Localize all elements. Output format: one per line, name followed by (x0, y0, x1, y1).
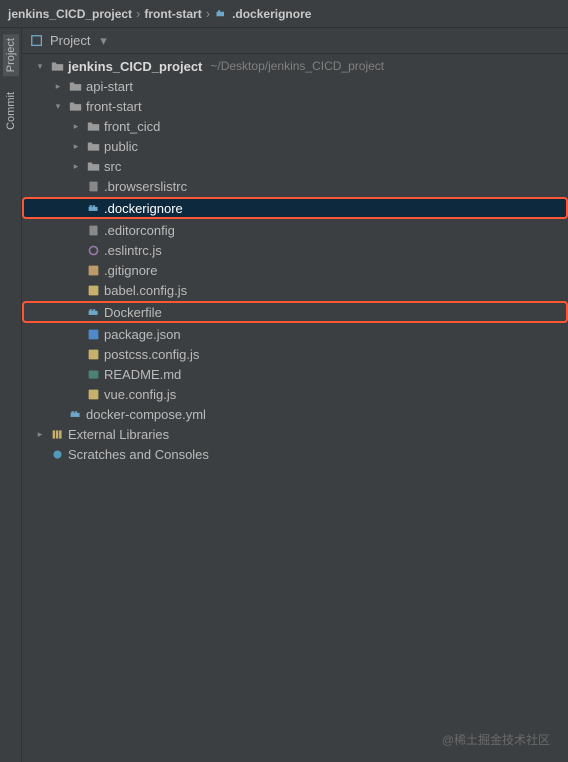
chevron-right-icon[interactable]: ▸ (70, 141, 82, 152)
folder-icon (68, 79, 82, 93)
tree-item[interactable]: ▾ front-start (22, 96, 568, 116)
breadcrumb-item-2[interactable]: .dockerignore (232, 7, 311, 21)
docker-icon (86, 305, 100, 319)
chevron-right-icon[interactable]: ▸ (34, 429, 46, 440)
tree-item-label: src (104, 159, 121, 174)
rail-tab-1-label: Commit (5, 92, 17, 130)
tree-item-label: front-start (86, 99, 142, 114)
tree-item-label: vue.config.js (104, 387, 176, 402)
chevron-down-icon[interactable]: ▾ (96, 34, 110, 48)
tree-item-label: Scratches and Consoles (68, 447, 209, 462)
docker-icon (68, 407, 82, 421)
breadcrumb-sep-icon: › (136, 6, 140, 21)
rail-tab-0-label: Project (5, 38, 17, 72)
tree-item-path: ~/Desktop/jenkins_CICD_project (210, 59, 384, 73)
tree-item[interactable]: .dockerignore (22, 197, 568, 219)
chevron-right-icon[interactable]: ▸ (70, 121, 82, 132)
folder-icon (50, 59, 64, 73)
breadcrumb: jenkins_CICD_project › front-start › .do… (0, 0, 568, 28)
tree-item-label: .editorconfig (104, 223, 175, 238)
docker-icon (214, 7, 228, 21)
breadcrumb-sep-icon: › (206, 6, 210, 21)
tree-item[interactable]: ▸ public (22, 136, 568, 156)
js-icon (86, 387, 100, 401)
breadcrumb-item-0[interactable]: jenkins_CICD_project (8, 7, 132, 21)
o-icon (86, 243, 100, 257)
tree-item[interactable]: package.json (22, 324, 568, 344)
tree-item-label: .eslintrc.js (104, 243, 162, 258)
project-header-label: Project (50, 33, 90, 48)
folder-icon (86, 139, 100, 153)
folder-icon (86, 159, 100, 173)
tree-item[interactable]: babel.config.js (22, 280, 568, 300)
tree-item-label: postcss.config.js (104, 347, 199, 362)
tree-item-label: Dockerfile (104, 305, 162, 320)
chevron-right-icon[interactable]: ▸ (52, 81, 64, 92)
breadcrumb-item-1[interactable]: front-start (144, 7, 201, 21)
file-icon (86, 223, 100, 237)
rail-tab-project[interactable]: Project (3, 34, 19, 76)
chevron-down-icon[interactable]: ▾ (34, 61, 46, 72)
left-rail: Project Commit (0, 28, 22, 762)
lib-icon (50, 427, 64, 441)
md-icon (86, 367, 100, 381)
tree-item[interactable]: ▸ api-start (22, 76, 568, 96)
folder-icon (86, 119, 100, 133)
tree-item-label: jenkins_CICD_project (68, 59, 202, 74)
rail-tab-commit[interactable]: Commit (3, 88, 19, 134)
tree-item-label: .gitignore (104, 263, 157, 278)
tree-item[interactable]: postcss.config.js (22, 344, 568, 364)
file-icon (86, 179, 100, 193)
tree-item[interactable]: Dockerfile (22, 301, 568, 323)
tree-item-label: .dockerignore (104, 201, 183, 216)
tree-item[interactable]: ▸ External Libraries (22, 424, 568, 444)
docker-icon (86, 201, 100, 215)
chevron-right-icon[interactable]: ▸ (70, 161, 82, 172)
tree-item[interactable]: .eslintrc.js (22, 240, 568, 260)
js-icon (86, 347, 100, 361)
tree-item-label: docker-compose.yml (86, 407, 206, 422)
scratch-icon (50, 447, 64, 461)
tree-item-label: front_cicd (104, 119, 160, 134)
tree-item[interactable]: ▸ src (22, 156, 568, 176)
tree-item[interactable]: .browserslistrc (22, 176, 568, 196)
tree-item[interactable]: .editorconfig (22, 220, 568, 240)
project-view-icon (30, 34, 44, 48)
tree-item-label: External Libraries (68, 427, 169, 442)
js-icon (86, 283, 100, 297)
project-tool-header: Project ▾ (22, 28, 568, 54)
tree-item[interactable]: .gitignore (22, 260, 568, 280)
tree-item[interactable]: README.md (22, 364, 568, 384)
tree-item[interactable]: ▸ front_cicd (22, 116, 568, 136)
tree-item-label: babel.config.js (104, 283, 187, 298)
folder-icon (68, 99, 82, 113)
tree-item-label: .browserslistrc (104, 179, 187, 194)
tree-item-label: package.json (104, 327, 181, 342)
git-icon (86, 263, 100, 277)
tree-item-label: README.md (104, 367, 181, 382)
tree-item-label: api-start (86, 79, 133, 94)
tree-item-label: public (104, 139, 138, 154)
tree-item[interactable]: docker-compose.yml (22, 404, 568, 424)
tree-item[interactable]: Scratches and Consoles (22, 444, 568, 464)
json-icon (86, 327, 100, 341)
tree-item[interactable]: vue.config.js (22, 384, 568, 404)
chevron-down-icon[interactable]: ▾ (52, 101, 64, 112)
watermark-text: @稀土掘金技术社区 (442, 731, 550, 748)
project-tree[interactable]: ▾ jenkins_CICD_project ~/Desktop/jenkins_C… (22, 54, 568, 762)
tree-item[interactable]: ▾ jenkins_CICD_project ~/Desktop/jenkins_C… (22, 56, 568, 76)
